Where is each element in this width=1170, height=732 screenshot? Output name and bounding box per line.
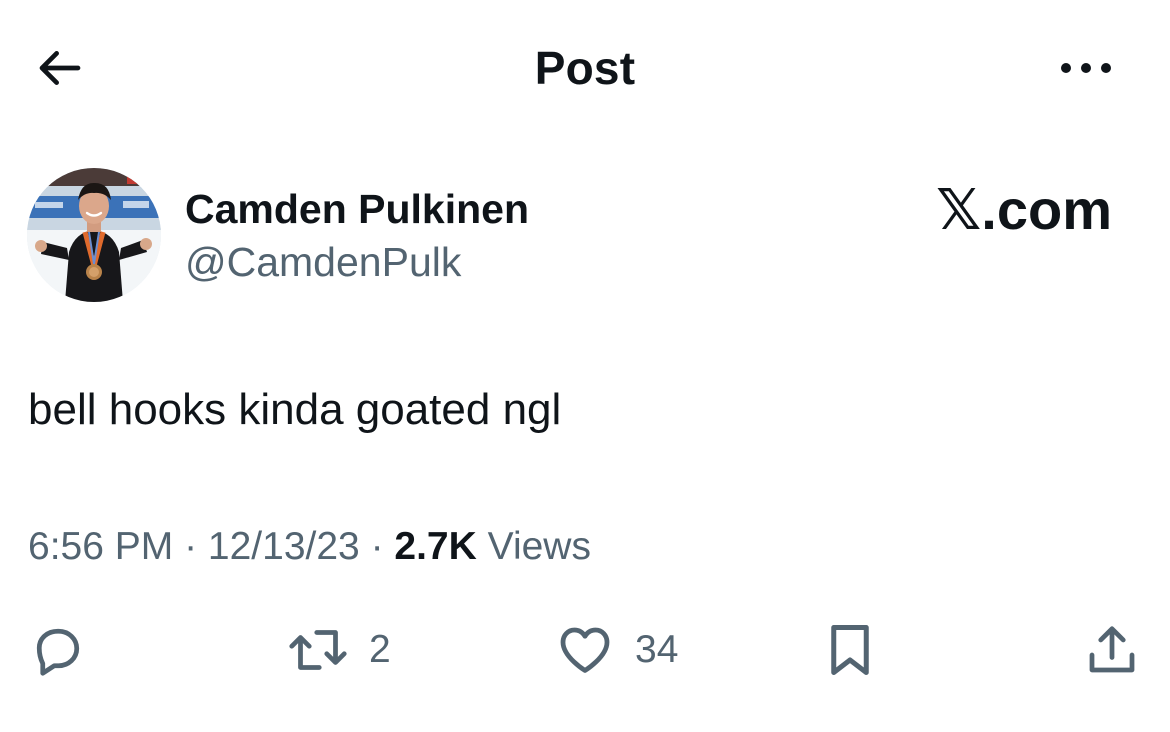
more-horizontal-icon — [1061, 63, 1111, 73]
repost-count: 2 — [369, 628, 391, 671]
share-icon — [1089, 626, 1135, 673]
avatar-photo — [27, 168, 161, 302]
post-time[interactable]: 6:56 PM — [28, 525, 173, 568]
avatar[interactable] — [27, 168, 161, 302]
more-button[interactable] — [1050, 36, 1122, 100]
meta-separator: · — [359, 525, 395, 568]
reply-button[interactable] — [28, 618, 92, 682]
repost-icon — [289, 630, 347, 670]
like-count: 34 — [635, 628, 679, 671]
share-button[interactable] — [1082, 618, 1144, 682]
page-title: Post — [534, 42, 636, 94]
repost-button[interactable]: 2 — [285, 618, 391, 682]
post-date[interactable]: 12/13/23 — [208, 525, 360, 568]
reply-icon — [36, 628, 80, 676]
post-meta: 6:56 PM · 12/13/23 · 2.7K Views — [28, 521, 591, 573]
views-label: Views — [476, 525, 591, 568]
views-count[interactable]: 2.7K — [394, 525, 476, 568]
bookmark-button[interactable] — [822, 618, 878, 682]
heart-icon — [560, 627, 610, 673]
arrow-left-icon — [39, 51, 81, 85]
author-display-name[interactable]: Camden Pulkinen — [185, 183, 529, 235]
post-text: bell hooks kinda goated ngl — [28, 385, 562, 434]
back-button[interactable] — [28, 36, 92, 100]
meta-separator: · — [173, 525, 208, 568]
bookmark-icon — [831, 625, 869, 675]
like-button[interactable]: 34 — [553, 618, 678, 682]
watermark: 𝕏.com — [936, 178, 1112, 241]
author-handle[interactable]: @CamdenPulk — [185, 236, 461, 288]
